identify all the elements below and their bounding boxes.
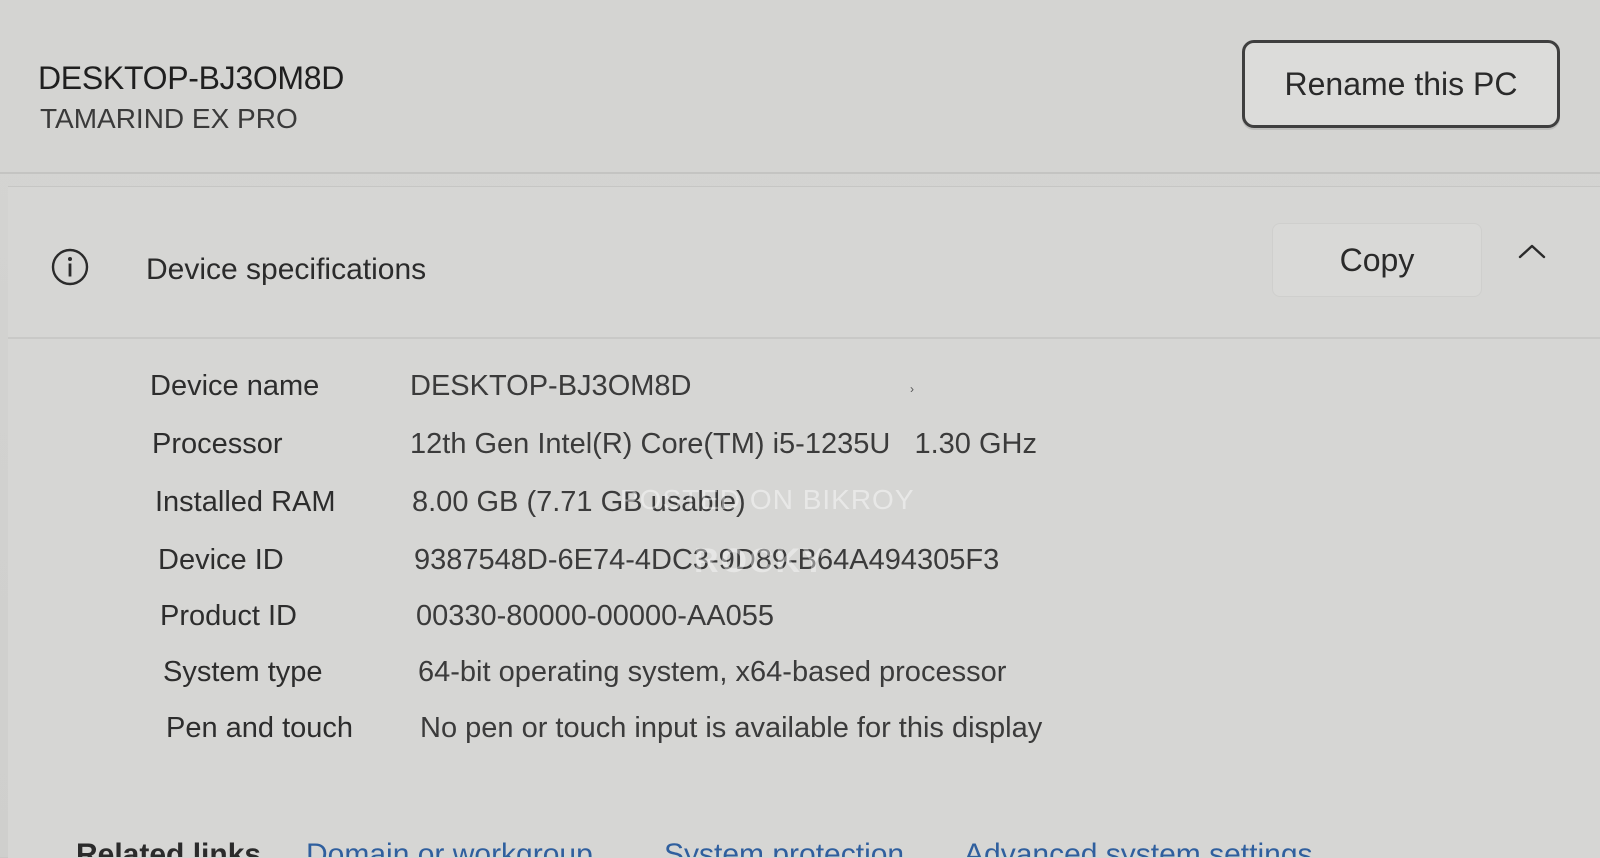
collapse-button[interactable] — [1508, 233, 1556, 273]
related-links-bar: Related links Domain or workgroup System… — [0, 838, 1600, 857]
watermark-text: POSTED ON BIKROY — [620, 484, 915, 515]
watermark-name: ROCKY — [694, 542, 827, 580]
domain-or-workgroup-link[interactable]: Domain or workgroup — [306, 838, 593, 857]
device-specifications-card: Device specifications Copy — [8, 186, 1600, 858]
pc-model: TAMARIND EX PRO — [40, 103, 298, 134]
chevron-up-icon — [1516, 241, 1548, 266]
copy-button[interactable]: Copy — [1272, 223, 1482, 297]
spec-value[interactable]: DESKTOP-BJ3OM8D — [410, 370, 691, 403]
info-icon — [50, 247, 90, 287]
spec-value[interactable]: No pen or touch input is available for t… — [420, 712, 1042, 745]
mouse-cursor-icon: › — [910, 382, 914, 396]
spec-value[interactable]: 12th Gen Intel(R) Core(TM) i5-1235U 1.30… — [410, 428, 1037, 461]
advanced-system-settings-link[interactable]: Advanced system settings — [964, 838, 1313, 857]
spec-label: System type — [163, 656, 323, 688]
device-specifications-header[interactable]: Device specifications Copy — [8, 187, 1600, 339]
spec-label: Pen and touch — [166, 712, 354, 744]
spec-label: Installed RAM — [155, 486, 336, 518]
spec-label: Device name — [150, 370, 320, 402]
pc-name: DESKTOP-BJ3OM8D — [38, 60, 345, 96]
settings-about-page: DESKTOP-BJ3OM8D TAMARIND EX PRO Rename t… — [0, 0, 1600, 858]
related-links-label: Related links — [76, 838, 262, 857]
spec-value[interactable]: 00330-80000-00000-AA055 — [416, 600, 774, 633]
pc-info-card: DESKTOP-BJ3OM8D TAMARIND EX PRO Rename t… — [0, 0, 1600, 174]
spec-label: Device ID — [158, 544, 284, 576]
system-protection-link[interactable]: System protection — [664, 838, 904, 857]
rename-pc-button[interactable]: Rename this PC — [1242, 40, 1560, 128]
spec-value[interactable]: 64-bit operating system, x64-based proce… — [418, 656, 1006, 689]
device-specifications-title: Device specifications — [146, 253, 427, 286]
spec-label: Processor — [152, 428, 283, 460]
spec-label: Product ID — [160, 600, 297, 632]
